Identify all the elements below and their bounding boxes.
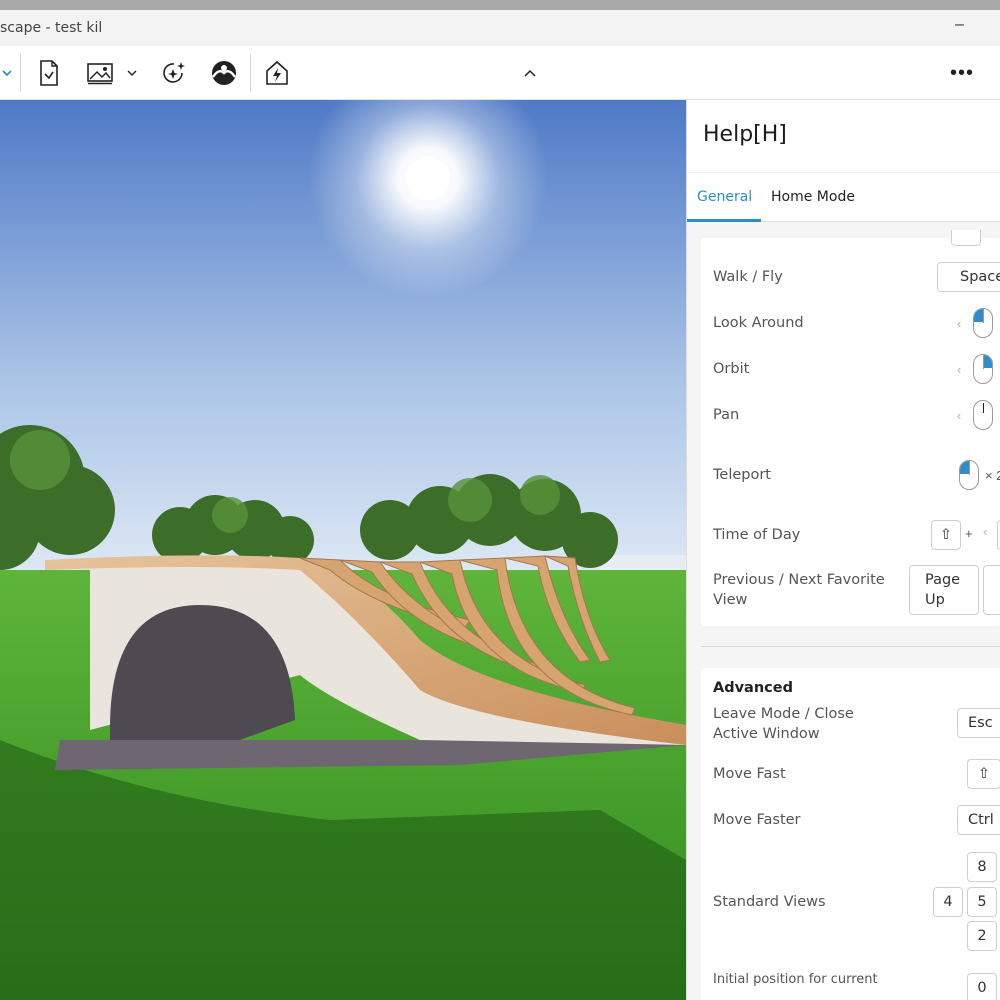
row-label-look-around: Look Around — [713, 315, 804, 331]
key-cap-partial — [951, 230, 981, 246]
section-divider — [701, 646, 1000, 647]
row-label-initial-position: Initial position for current — [713, 972, 878, 987]
chevron-left-icon: ‹ — [983, 524, 988, 539]
chevron-up-icon[interactable] — [520, 56, 540, 90]
minimize-button[interactable]: – — [955, 16, 964, 34]
key-esc: Esc — [957, 708, 1000, 738]
lightning-house-icon[interactable] — [262, 56, 292, 90]
help-panel: Help[H] General Home Mode Walk / Fly Spa… — [686, 100, 1000, 1000]
tab-bar: General Home Mode — [687, 172, 1000, 222]
row-label-time-of-day: Time of Day — [713, 527, 801, 543]
row-label-standard-views: Standard Views — [713, 894, 826, 910]
dropdown-chevron-icon[interactable] — [0, 56, 14, 90]
window-title: scape - test kil — [0, 20, 103, 36]
general-shortcuts-card: Walk / Fly Space Look Around ‹ Orbit ‹ P… — [701, 230, 1000, 626]
scene-render — [0, 100, 686, 1000]
key-shift: ⇧ — [931, 520, 961, 550]
key-numpad-8: 8 — [967, 852, 997, 882]
sky-icon[interactable] — [208, 56, 240, 90]
row-label-leave-mode-line1: Leave Mode / Close — [713, 706, 854, 722]
key-numpad-0: 0 — [967, 973, 997, 1000]
mouse-left-button-icon — [973, 308, 993, 338]
key-page-up-line1: Page — [925, 572, 961, 588]
teleport-double-click: × 2 — [985, 468, 1000, 483]
image-icon[interactable] — [84, 56, 116, 90]
more-icon[interactable]: ••• — [944, 56, 980, 90]
key-numpad-5: 5 — [967, 887, 997, 917]
export-icon[interactable] — [34, 56, 64, 90]
advanced-title: Advanced — [713, 680, 793, 696]
row-label-walk-fly: Walk / Fly — [713, 269, 783, 285]
tab-home-mode[interactable]: Home Mode — [771, 189, 855, 205]
panel-title: Help[H] — [703, 122, 787, 147]
row-label-pan: Pan — [713, 407, 740, 423]
active-tab-indicator — [687, 219, 761, 222]
toolbar-separator — [250, 54, 251, 92]
row-label-move-fast: Move Fast — [713, 766, 786, 782]
key-space: Space — [937, 262, 1000, 292]
title-bar: scape - test kil – — [0, 10, 1000, 46]
chevron-left-icon: ‹ — [957, 316, 962, 331]
row-label-leave-mode-line2: Active Window — [713, 726, 820, 742]
desktop-strip — [0, 0, 1000, 10]
app-window: scape - test kil – ••• Help[H] General H… — [0, 0, 1000, 1000]
chevron-down-icon[interactable] — [124, 56, 140, 90]
render-viewport[interactable] — [0, 100, 686, 1000]
chevron-left-icon: ‹ — [957, 408, 962, 423]
panel-header: Help[H] — [687, 100, 1000, 172]
key-page-up-line2: Up — [925, 592, 945, 608]
key-page-up: Page Up — [909, 565, 979, 615]
chevron-left-icon: ‹ — [957, 362, 962, 377]
sparkle-icon[interactable] — [158, 56, 190, 90]
row-label-favorite-line2: View — [713, 592, 748, 608]
row-label-orbit: Orbit — [713, 361, 750, 377]
advanced-shortcuts-card: Advanced Leave Mode / Close Active Windo… — [701, 668, 1000, 1000]
key-ctrl: Ctrl — [957, 805, 1000, 835]
row-label-teleport: Teleport — [713, 467, 771, 483]
key-numpad-4: 4 — [933, 887, 963, 917]
toolbar: ••• — [0, 46, 1000, 100]
tab-general[interactable]: General — [697, 189, 752, 205]
toolbar-separator — [20, 54, 21, 92]
key-numpad-2: 2 — [967, 921, 997, 951]
row-label-favorite-line1: Previous / Next Favorite — [713, 572, 885, 588]
row-label-move-faster: Move Faster — [713, 812, 801, 828]
key-page-down-partial — [983, 565, 1000, 615]
mouse-middle-button-icon — [973, 400, 993, 430]
plus-sign: + — [965, 526, 973, 541]
mouse-right-button-icon — [973, 354, 993, 384]
key-shift: ⇧ — [967, 759, 1000, 789]
mouse-left-button-icon — [959, 460, 979, 490]
